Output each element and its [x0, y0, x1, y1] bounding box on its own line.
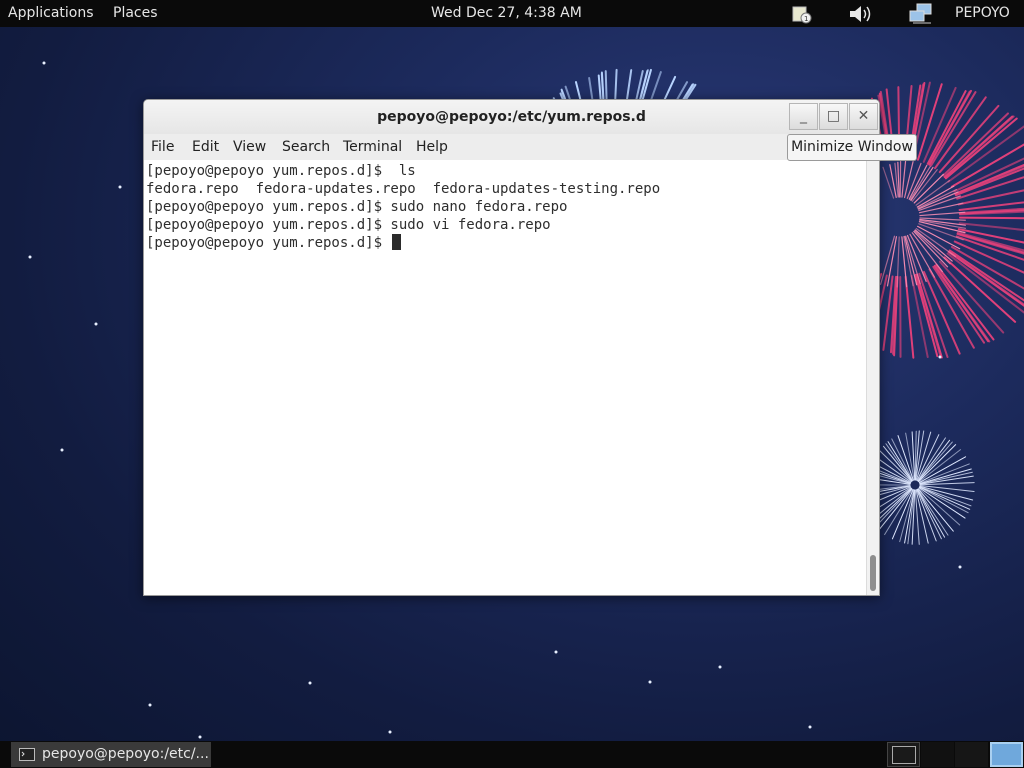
workspace-1[interactable]: [887, 742, 920, 767]
svg-text:1: 1: [804, 15, 808, 23]
window-title: pepoyo@pepoyo:/etc/yum.repos.d: [377, 109, 646, 125]
menu-terminal[interactable]: Terminal: [343, 139, 402, 155]
window-titlebar[interactable]: pepoyo@pepoyo:/etc/yum.repos.d _ □ ✕: [144, 100, 879, 134]
user-menu[interactable]: PEPOYO: [955, 5, 1010, 21]
menu-edit[interactable]: Edit: [192, 139, 219, 155]
terminal-prompt: [pepoyo@pepoyo yum.repos.d]$: [146, 235, 391, 251]
applications-menu[interactable]: Applications: [8, 5, 94, 21]
scrollbar[interactable]: [866, 160, 879, 595]
terminal-line: [pepoyo@pepoyo yum.repos.d]$ sudo nano f…: [146, 199, 568, 215]
scrollbar-thumb[interactable]: [870, 555, 876, 591]
maximize-button[interactable]: □: [819, 103, 848, 130]
menu-file[interactable]: File: [151, 139, 174, 155]
top-panel: Applications Places Wed Dec 27, 4:38 AM …: [0, 0, 1024, 27]
menubar: File Edit View Search Terminal Help: [144, 134, 879, 160]
workspace-4-active[interactable]: [990, 742, 1023, 767]
workspace-3[interactable]: [955, 742, 988, 767]
terminal-icon: [19, 748, 35, 761]
terminal-line: fedora.repo fedora-updates.repo fedora-u…: [146, 181, 661, 197]
terminal-line: [pepoyo@pepoyo yum.repos.d]$ sudo vi fed…: [146, 217, 551, 233]
clock[interactable]: Wed Dec 27, 4:38 AM: [431, 5, 582, 21]
terminal-window[interactable]: pepoyo@pepoyo:/etc/yum.repos.d _ □ ✕ Fil…: [143, 99, 880, 596]
places-menu[interactable]: Places: [113, 5, 158, 21]
firework-pink-decoration: [858, 81, 1024, 359]
taskbar-item-label: pepoyo@pepoyo:/etc/...: [42, 746, 209, 762]
minimize-tooltip: Minimize Window: [787, 134, 917, 161]
terminal-line: [pepoyo@pepoyo yum.repos.d]$ ls: [146, 163, 416, 179]
minimize-button[interactable]: _: [789, 103, 818, 130]
network-icon[interactable]: [909, 3, 935, 25]
terminal-prompt-line: [pepoyo@pepoyo yum.repos.d]$: [146, 234, 865, 252]
close-button[interactable]: ✕: [849, 103, 878, 130]
menu-help[interactable]: Help: [416, 139, 448, 155]
terminal-content[interactable]: [pepoyo@pepoyo yum.repos.d]$ ls fedora.r…: [144, 160, 865, 595]
bottom-panel: pepoyo@pepoyo:/etc/...: [0, 741, 1024, 768]
workspace-window-thumb: [892, 746, 916, 764]
volume-icon[interactable]: [848, 4, 874, 24]
notification-icon[interactable]: 1: [791, 4, 813, 24]
workspace-2[interactable]: [921, 742, 954, 767]
menu-view[interactable]: View: [233, 139, 266, 155]
menu-search[interactable]: Search: [282, 139, 330, 155]
text-cursor: [392, 234, 402, 250]
taskbar-item-terminal[interactable]: pepoyo@pepoyo:/etc/...: [11, 742, 211, 767]
